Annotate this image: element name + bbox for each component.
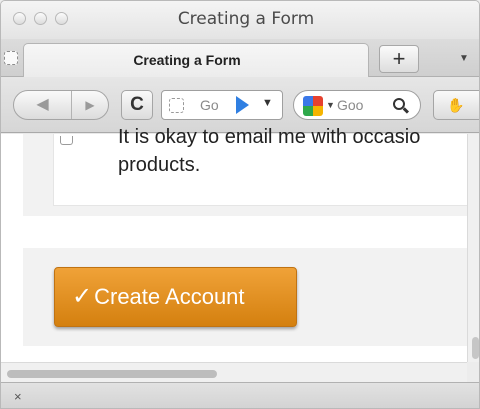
vertical-scrollbar-thumb[interactable] xyxy=(472,337,479,359)
new-tab-button[interactable]: + xyxy=(379,45,419,73)
email-opt-in-checkbox[interactable] xyxy=(60,136,73,145)
browser-window: Creating a Form Creating a Form + ▼ ◀ ▶ … xyxy=(0,0,480,409)
checkmark-icon: ✓ xyxy=(72,283,93,310)
extension-button[interactable]: ✋ xyxy=(433,90,479,120)
window-title: Creating a Form xyxy=(177,9,315,29)
title-bar[interactable]: Creating a Form xyxy=(1,1,479,39)
search-input[interactable]: Goo xyxy=(337,97,363,113)
back-button[interactable]: ◀ xyxy=(14,91,72,119)
search-engine-dropdown-icon[interactable]: ▼ xyxy=(326,100,335,110)
tab-bar: Creating a Form + ▼ xyxy=(1,39,479,77)
site-identity-icon[interactable] xyxy=(169,98,184,113)
back-forward-group: ◀ ▶ xyxy=(13,90,109,120)
addon-bar: × xyxy=(1,382,479,408)
tab-label: Creating a Form xyxy=(133,52,241,68)
close-addon-bar-icon[interactable]: × xyxy=(14,389,22,404)
search-bar[interactable]: ▼ Goo xyxy=(293,90,421,120)
url-history-dropdown-icon[interactable]: ▼ xyxy=(262,97,273,109)
tab-list-dropdown-icon[interactable]: ▼ xyxy=(455,49,473,69)
url-text: Go xyxy=(200,97,219,113)
google-logo-icon[interactable] xyxy=(303,96,323,116)
tab-creating-a-form[interactable]: Creating a Form xyxy=(23,43,369,77)
search-icon[interactable] xyxy=(393,98,405,110)
favicon-placeholder-icon xyxy=(4,51,18,65)
horizontal-scrollbar[interactable] xyxy=(1,362,467,382)
create-account-label: Create Account xyxy=(94,284,245,309)
page-content xyxy=(1,134,467,362)
horizontal-scrollbar-thumb[interactable] xyxy=(7,370,217,378)
reload-button[interactable]: C xyxy=(121,90,153,120)
create-account-button[interactable]: ✓Create Account xyxy=(54,267,297,327)
app-tab[interactable] xyxy=(1,43,18,77)
email-opt-in-label: It is okay to email me with occasio xyxy=(118,126,421,148)
go-arrow-icon[interactable] xyxy=(236,96,249,114)
email-opt-in-label-continued: products. xyxy=(118,154,201,176)
scrollbar-corner xyxy=(467,362,479,382)
vertical-scrollbar[interactable] xyxy=(467,134,479,362)
forward-button[interactable]: ▶ xyxy=(72,91,108,119)
url-bar[interactable]: Go ▼ xyxy=(161,90,283,120)
